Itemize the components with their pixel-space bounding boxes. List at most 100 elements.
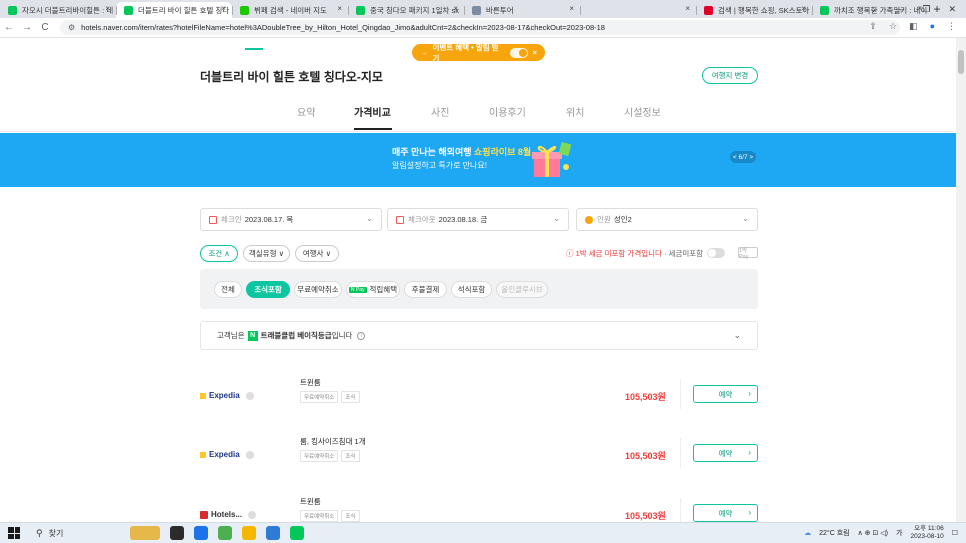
- profile-icon[interactable]: ●: [930, 21, 935, 32]
- tab-close-icon[interactable]: ×: [221, 4, 226, 13]
- npay-icon: N Pay: [348, 286, 367, 293]
- room-type-chip[interactable]: 객실유형 ∨: [243, 245, 290, 262]
- agency-chip[interactable]: 여행사 ∨: [295, 245, 339, 262]
- tab-close-icon[interactable]: ×: [569, 4, 574, 13]
- page-content: → 이벤트 혜택 • 알림 받기 × 더블트리 바이 힐튼 호텔 칭다오-지모 …: [0, 38, 956, 522]
- notification-icon[interactable]: ☐: [952, 529, 958, 537]
- info-icon[interactable]: i: [357, 331, 366, 340]
- taskbar-app-icon[interactable]: [130, 526, 160, 540]
- vendor[interactable]: Hotels...: [200, 510, 257, 519]
- banner-headline-text: 매주 만나는 해외여행: [392, 147, 475, 157]
- reserve-button[interactable]: 예약 ›: [693, 504, 758, 522]
- chevron-down-icon[interactable]: ⌄: [733, 330, 741, 341]
- browser-tab[interactable]: 검색 | 행복한 쇼핑, SK스토아 ×: [696, 2, 812, 18]
- tab-facilities[interactable]: 시설정보: [624, 104, 661, 119]
- tab-favicon-icon: [820, 6, 829, 15]
- vendor[interactable]: Expedia: [200, 391, 254, 400]
- guests-value: 성인2: [613, 215, 632, 224]
- checkin-field[interactable]: 체크인 2023.08.17. 목 ⌄: [200, 208, 382, 231]
- taskbar-app-icon[interactable]: [242, 526, 256, 540]
- taskbar-search[interactable]: ⚲ 찾기: [36, 528, 132, 539]
- side-panel-icon[interactable]: ◧: [909, 21, 918, 32]
- address-bar[interactable]: ⚙ hotels.naver.com/item/rates?hotelFileN…: [60, 20, 900, 35]
- vendor-info-icon[interactable]: [245, 450, 254, 459]
- price: 105,503원: [625, 451, 666, 461]
- browser-tab[interactable]: 더블트리 바이 힐튼 호텔 칭다 ×: [116, 2, 232, 18]
- reload-button[interactable]: C: [36, 22, 54, 33]
- taskbar-app-icon[interactable]: [290, 526, 304, 540]
- scrollbar-thumb[interactable]: [958, 50, 964, 74]
- change-destination-button[interactable]: 여행지 변경: [702, 67, 758, 84]
- tax-toggle[interactable]: [707, 248, 725, 258]
- filter-free-cancel[interactable]: 무료예약취소: [294, 281, 342, 298]
- tab-close-icon[interactable]: ×: [453, 4, 458, 13]
- filter-rewards[interactable]: N Pay 적립혜택: [346, 281, 400, 298]
- guests-field[interactable]: 인원 성인2 ⌄: [576, 208, 758, 231]
- tab-price-compare[interactable]: 가격비교: [354, 104, 391, 119]
- menu-icon[interactable]: ⋮: [947, 21, 956, 32]
- taskbar-app-icon[interactable]: [170, 526, 184, 540]
- chevron-down-icon: ⌄: [366, 214, 373, 223]
- checkin-label: 체크인: [221, 215, 242, 224]
- reserve-button[interactable]: 예약 ›: [693, 444, 758, 462]
- ime-indicator[interactable]: 가: [896, 528, 902, 538]
- back-button[interactable]: ←: [0, 22, 18, 33]
- minimize-button[interactable]: —: [895, 4, 904, 14]
- vendor-name: Expedia: [209, 450, 240, 459]
- vendor-info-icon[interactable]: [245, 391, 254, 400]
- tab-summary[interactable]: 요약: [297, 104, 315, 119]
- clock[interactable]: 오후 11:06 2023-08-10: [910, 525, 943, 541]
- close-window-button[interactable]: ✕: [948, 4, 956, 15]
- event-alert-toggle[interactable]: [509, 47, 528, 58]
- tab-close-icon[interactable]: ×: [685, 4, 690, 13]
- filter-pay-later[interactable]: 후불결제: [404, 281, 447, 298]
- forward-button[interactable]: →: [18, 22, 36, 33]
- bookmark-star-icon[interactable]: ☆: [889, 21, 897, 32]
- tab-title: 검색 | 행복한 쇼핑, SK스토아: [718, 5, 810, 15]
- weather-icon[interactable]: ☁: [804, 529, 811, 537]
- vendor-info-icon[interactable]: [248, 510, 257, 519]
- browser-tab[interactable]: 바른투어 ×: [464, 2, 580, 18]
- condition-chip[interactable]: 조건 ∧: [200, 245, 238, 262]
- tab-reviews[interactable]: 이용후기: [489, 104, 526, 119]
- browser-tab[interactable]: ×: [580, 2, 696, 18]
- tab-close-icon[interactable]: ×: [105, 4, 110, 13]
- tab-photos[interactable]: 사진: [431, 104, 449, 119]
- tray-icons[interactable]: ∧ ⊕ ⊡ ◁): [858, 529, 888, 537]
- filter-all[interactable]: 전체: [214, 281, 242, 298]
- chevron-down-icon: ⌄: [553, 214, 560, 223]
- per-night-badge[interactable]: 1박 Pay: [738, 247, 758, 260]
- checkout-field[interactable]: 체크아웃 2023.08.18. 금 ⌄: [387, 208, 569, 231]
- reserve-button[interactable]: 예약 ›: [693, 385, 758, 403]
- taskbar-app-icon[interactable]: [194, 526, 208, 540]
- banner-pager[interactable]: < 6/7 >: [730, 151, 756, 163]
- filter-dinner[interactable]: 석식포함: [451, 281, 492, 298]
- event-pill-close-icon[interactable]: ×: [533, 48, 537, 57]
- filter-breakfast[interactable]: 조식포함: [246, 281, 290, 298]
- calendar-icon: [209, 215, 217, 224]
- taskbar-app-icon[interactable]: [266, 526, 280, 540]
- tag: 무료예약취소: [300, 510, 339, 522]
- tab-close-icon[interactable]: ×: [801, 4, 806, 13]
- browser-tab[interactable]: 자오시 더블트리바이힐튼 : 네 ×: [0, 2, 116, 18]
- weather-text[interactable]: 22°C 흐림: [819, 528, 849, 538]
- page-scrollbar[interactable]: [956, 38, 966, 522]
- maximize-button[interactable]: ❐: [922, 4, 930, 15]
- site-info-icon[interactable]: ⚙: [68, 23, 75, 32]
- checkin-value: 2023.08.17. 목: [244, 215, 294, 224]
- clock-date: 2023-08-10: [910, 533, 944, 540]
- browser-tab[interactable]: 뷔페 검색 - 네이버 지도 ×: [232, 2, 348, 18]
- vendor[interactable]: Expedia: [200, 450, 254, 459]
- event-notification-pill[interactable]: → 이벤트 혜택 • 알림 받기 ×: [412, 43, 545, 63]
- browser-tab[interactable]: 중국 칭다오 패키지 1일차 sk ×: [348, 2, 464, 18]
- promo-banner[interactable]: 매주 만나는 해외여행 쇼핑라이브 8월 알림설정하고 특가로 만나요! < 6…: [0, 133, 956, 187]
- tab-close-icon[interactable]: ×: [337, 4, 342, 13]
- window-controls: ⌄ — ❐ ✕: [870, 0, 966, 18]
- tab-location[interactable]: 위치: [566, 104, 584, 119]
- share-icon[interactable]: ⇪: [869, 21, 877, 32]
- taskbar-app-icon[interactable]: [218, 526, 232, 540]
- windows-start-icon[interactable]: [8, 527, 20, 539]
- membership-banner[interactable]: 고객님은 N 트래블클럽 베이직등급 입니다 i ⌄: [200, 321, 758, 350]
- tab-search-button[interactable]: ⌄: [870, 4, 878, 15]
- checkout-label: 체크아웃: [408, 215, 436, 224]
